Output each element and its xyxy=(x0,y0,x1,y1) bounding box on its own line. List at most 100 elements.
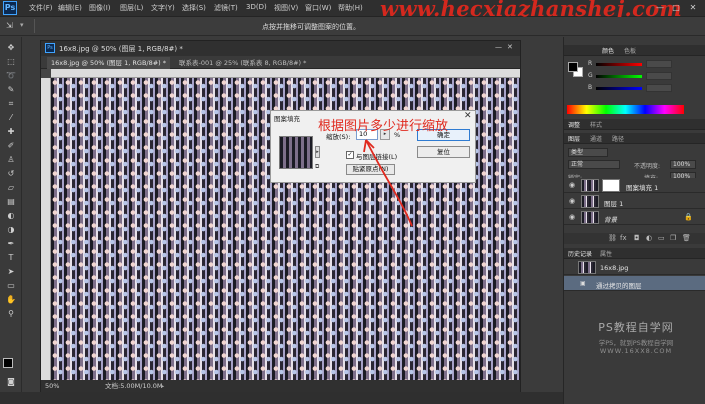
tab-history[interactable]: 历史记录 xyxy=(568,249,592,258)
minimize-button[interactable]: — xyxy=(655,3,665,13)
blend-mode-select[interactable]: 正常 xyxy=(568,160,620,169)
tab-channels[interactable]: 通道 xyxy=(590,134,602,143)
document-titlebar: Ps 16x8.jpg @ 50% (图层 1, RGB/8#) * — ✕ xyxy=(41,41,520,56)
menu-file[interactable]: 文件(F) xyxy=(29,3,53,13)
green-channel-label: G xyxy=(588,72,593,79)
menu-edit[interactable]: 编辑(E) xyxy=(58,3,82,13)
pen-tool-icon[interactable]: ✒ xyxy=(5,239,17,249)
color-spectrum-bar[interactable] xyxy=(567,105,684,114)
document-window: Ps 16x8.jpg @ 50% (图层 1, RGB/8#) * — ✕ 1… xyxy=(40,40,521,392)
layer-mask-thumbnail[interactable] xyxy=(602,179,620,192)
menu-help[interactable]: 帮助(H) xyxy=(338,3,363,13)
tab-layers[interactable]: 图层 xyxy=(568,134,580,143)
zoom-tool-icon[interactable]: ⚲ xyxy=(5,309,17,319)
pattern-preview-swatch[interactable] xyxy=(279,136,313,169)
lasso-tool-icon[interactable]: ➰ xyxy=(5,71,17,81)
add-mask-icon[interactable]: ◘ xyxy=(634,234,640,242)
visibility-eye-icon[interactable]: ◉ xyxy=(569,213,575,221)
tab-16x8[interactable]: 16x8.jpg @ 50% (图层 1, RGB/8#) * xyxy=(47,57,171,69)
right-panel-dock: 颜色 色板 R G B 调整 样式 图层 通道 路径 类型 正常 不透明度: 1… xyxy=(563,37,705,404)
tab-properties[interactable]: 属性 xyxy=(600,249,612,258)
hand-tool-icon[interactable]: ✋ xyxy=(5,295,17,305)
panel-foreground-swatch[interactable] xyxy=(568,62,578,72)
new-layer-icon[interactable]: ❐ xyxy=(670,234,676,242)
maximize-button[interactable]: □ xyxy=(671,3,681,13)
dodge-tool-icon[interactable]: ◑ xyxy=(5,225,17,235)
menu-view[interactable]: 视图(V) xyxy=(274,3,298,13)
tab-adjustments[interactable]: 调整 xyxy=(568,120,580,129)
eraser-icon[interactable]: ▱ xyxy=(5,183,17,193)
red-slider[interactable] xyxy=(596,63,642,66)
menu-layer[interactable]: 图层(L) xyxy=(120,3,143,13)
menu-select[interactable]: 选择(S) xyxy=(182,3,206,13)
color-panel-tabs: 颜色 色板 xyxy=(564,45,705,56)
history-item-snapshot[interactable]: 16x8.jpg xyxy=(564,260,705,275)
blue-value-field[interactable] xyxy=(646,84,672,92)
visibility-eye-icon[interactable]: ◉ xyxy=(569,181,575,189)
green-slider[interactable] xyxy=(596,75,642,78)
menu-type[interactable]: 文字(Y) xyxy=(151,3,175,13)
visibility-eye-icon[interactable]: ◉ xyxy=(569,197,575,205)
menu-window[interactable]: 窗口(W) xyxy=(305,3,331,13)
doc-minimize-button[interactable]: — xyxy=(495,43,502,51)
status-menu-arrow-icon[interactable]: ▸ xyxy=(161,380,164,392)
blue-slider[interactable] xyxy=(596,87,642,90)
brush-tool-icon[interactable]: ✐ xyxy=(5,141,17,151)
new-preset-icon[interactable]: ⧉ xyxy=(315,163,322,170)
new-group-icon[interactable]: ▭ xyxy=(658,234,665,242)
layer-kind-filter[interactable]: 类型 xyxy=(568,148,608,157)
quick-select-icon[interactable]: ✎ xyxy=(5,85,17,95)
move-tool-icon[interactable]: ⇲ xyxy=(6,21,13,30)
layer-row-background[interactable]: ◉ 背景 🔒 xyxy=(564,210,705,225)
layer-name: 图层 1 xyxy=(604,200,624,208)
move-tool-icon[interactable]: ✥ xyxy=(5,43,17,53)
doc-close-button[interactable]: ✕ xyxy=(507,43,513,51)
menu-image[interactable]: 图像(I) xyxy=(89,3,111,13)
layer-thumbnail xyxy=(581,179,599,192)
layer-row-pattern-fill[interactable]: ◉ 图案填充 1 xyxy=(564,178,705,193)
history-item-label: 通过拷贝的图层 xyxy=(596,282,642,290)
menu-bar: Ps 文件(F) 编辑(E) 图像(I) 图层(L) 文字(Y) 选择(S) 滤… xyxy=(0,0,705,21)
chevron-down-icon[interactable]: ▾ xyxy=(20,21,24,29)
menu-filter[interactable]: 滤镜(T) xyxy=(214,3,238,13)
foreground-color-swatch[interactable] xyxy=(3,358,13,368)
tab-swatches[interactable]: 色板 xyxy=(624,46,636,55)
blur-tool-icon[interactable]: ◐ xyxy=(5,211,17,221)
site-watermark: PS教程自学网 学PS，就到PS教程自学网 WWW.16XX8.COM xyxy=(576,319,696,355)
options-hint: 点按并拖移可调整图案的位置。 xyxy=(262,23,360,31)
history-brush-icon[interactable]: ↺ xyxy=(5,169,17,179)
layer-row-layer1[interactable]: ◉ 图层 1 xyxy=(564,194,705,209)
dialog-close-button[interactable]: ✕ xyxy=(464,111,472,121)
tab-paths[interactable]: 路径 xyxy=(612,134,624,143)
history-item-copy-layer[interactable]: ▣ 通过拷贝的图层 xyxy=(564,276,705,291)
opacity-input[interactable]: 100% xyxy=(670,160,696,169)
eyedropper-icon[interactable]: ⁄ xyxy=(5,113,17,123)
red-value-field[interactable] xyxy=(646,60,672,68)
delete-layer-icon[interactable]: 🗑 xyxy=(682,234,691,242)
adjustment-layer-icon[interactable]: ◐ xyxy=(646,234,652,242)
pattern-picker-arrow-icon[interactable]: ▸ xyxy=(315,146,320,158)
tab-contact-sheet[interactable]: 联系表-001 @ 25% (联系表 8, RGB/8#) * xyxy=(175,57,310,69)
path-select-icon[interactable]: ➤ xyxy=(5,267,17,277)
tab-color[interactable]: 颜色 xyxy=(602,46,614,55)
quick-mask-icon[interactable]: ◙ xyxy=(5,377,17,387)
menu-3d[interactable]: 3D(D) xyxy=(246,3,267,11)
zoom-level[interactable]: 50% xyxy=(45,380,59,392)
healing-brush-icon[interactable]: ✚ xyxy=(5,127,17,137)
green-value-field[interactable] xyxy=(646,72,672,80)
document-size-info[interactable]: 文档:5.00M/10.0M xyxy=(105,380,163,392)
type-tool-icon[interactable]: T xyxy=(5,253,17,263)
shape-tool-icon[interactable]: ▭ xyxy=(5,281,17,291)
close-button[interactable]: ✕ xyxy=(688,3,698,13)
marquee-tool-icon[interactable]: ⬚ xyxy=(5,57,17,67)
tab-styles[interactable]: 样式 xyxy=(590,120,602,129)
gradient-tool-icon[interactable]: ▤ xyxy=(5,197,17,207)
layer-thumbnail xyxy=(581,211,599,224)
clone-stamp-icon[interactable]: ♙ xyxy=(5,155,17,165)
link-layers-icon[interactable]: ⛓ xyxy=(608,234,617,242)
history-snapshot-thumbnail xyxy=(578,261,596,274)
crop-tool-icon[interactable]: ⌗ xyxy=(5,99,17,109)
reset-button[interactable]: 复位 xyxy=(417,146,470,158)
layer-style-icon[interactable]: fx xyxy=(620,234,627,242)
watermark-subtitle: 学PS，就到PS教程自学网 xyxy=(598,339,674,347)
